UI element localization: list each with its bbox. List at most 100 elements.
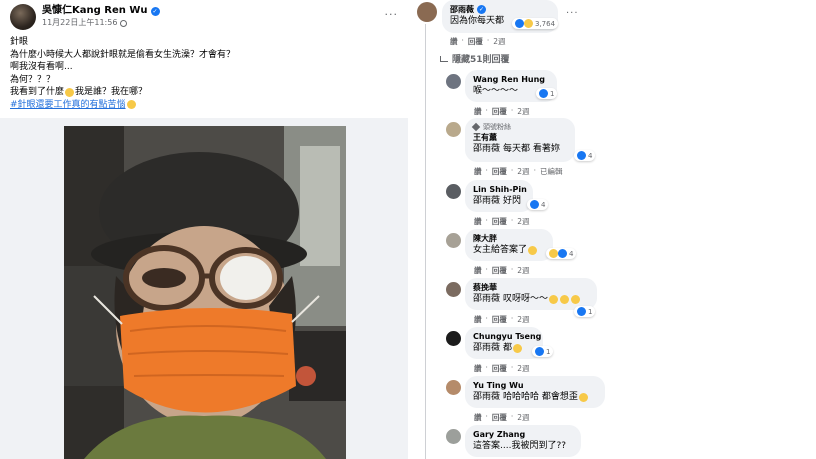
reaction-count: 4: [588, 151, 593, 160]
mention-link[interactable]: 邵雨薇: [473, 342, 500, 355]
comment-time[interactable]: 2週: [517, 265, 529, 276]
commenter-name[interactable]: 蔡挽華: [473, 282, 589, 293]
commenter-name[interactable]: Chungyu Tseng: [473, 331, 541, 342]
comment-text: 邵雨薇 每天都 看著妳: [473, 143, 567, 156]
commenter-avatar[interactable]: [446, 74, 461, 89]
verified-badge-icon: ✓: [150, 6, 160, 16]
reply-link[interactable]: 回覆: [468, 36, 483, 47]
like-reaction-icon: [577, 151, 586, 160]
globe-icon: [120, 19, 128, 27]
comment-actions: 讚 · 回覆 · 2週: [474, 106, 530, 117]
comment-bubble: 頭號粉絲 王有薰 邵雨薇 每天都 看著妳: [465, 118, 575, 162]
commenter-avatar[interactable]: [446, 331, 461, 346]
mention-link[interactable]: 邵雨薇: [473, 195, 500, 208]
comment-time[interactable]: 2週: [493, 36, 505, 47]
commenter-avatar[interactable]: [446, 380, 461, 395]
hashtag-link[interactable]: #針眼還要工作真的有點苦惱: [10, 99, 126, 112]
reaction-summary[interactable]: 1: [532, 346, 554, 357]
comment-time[interactable]: 2週: [517, 363, 529, 374]
comment-actions: 讚 · 回覆 · 2週: [474, 412, 530, 423]
reaction-summary[interactable]: 1: [574, 306, 596, 317]
author-name[interactable]: 吳慷仁Kang Ren Wu: [42, 5, 148, 17]
commenter-name[interactable]: Gary Zhang: [473, 429, 573, 440]
like-link[interactable]: 讚: [474, 265, 482, 276]
like-link[interactable]: 讚: [474, 106, 482, 117]
reply-link[interactable]: 回覆: [492, 166, 507, 177]
comment-time[interactable]: 2週: [517, 412, 529, 423]
post-photo[interactable]: [64, 126, 346, 459]
comment-time[interactable]: 2週: [517, 216, 529, 227]
like-link[interactable]: 讚: [474, 412, 482, 423]
comment-bubble: 陳大胖 女主給答案了: [465, 229, 553, 261]
thinking-emoji-icon: [65, 87, 75, 97]
laughing-emoji-icon: [578, 393, 588, 402]
comment-time[interactable]: 2週: [517, 314, 529, 325]
commenter-name-text[interactable]: 邵雨薇: [450, 4, 474, 15]
like-link[interactable]: 讚: [450, 36, 458, 47]
tired-emoji-icon: [126, 100, 136, 110]
like-link[interactable]: 讚: [474, 216, 482, 227]
reply-link[interactable]: 回覆: [492, 106, 507, 117]
reply-link[interactable]: 回覆: [492, 412, 507, 423]
comment-options-icon[interactable]: ···: [566, 8, 579, 19]
mention-link[interactable]: 邵雨薇: [473, 293, 500, 306]
reply-link[interactable]: 回覆: [492, 216, 507, 227]
comment-time[interactable]: 2週: [517, 166, 529, 177]
reaction-count: 4: [541, 200, 546, 209]
commenter-avatar[interactable]: [446, 122, 461, 137]
commenter-name: 邵雨薇 ✓: [450, 4, 550, 15]
commenter-name[interactable]: 陳大胖: [473, 233, 545, 244]
commenter-avatar[interactable]: [446, 282, 461, 297]
author-avatar[interactable]: [10, 4, 36, 30]
reply-link[interactable]: 回覆: [492, 265, 507, 276]
comment-text-body: 每天都 看著妳: [503, 144, 560, 154]
comment-text-body: 好閃: [503, 196, 522, 206]
commenter-avatar[interactable]: [446, 233, 461, 248]
post-line-group: 我看到了什麼 我是誰？我在哪？: [10, 86, 400, 99]
laughing-emoji-icon: [528, 246, 538, 255]
comment-text: 邵雨薇 哈哈哈哈 都會想歪: [473, 391, 597, 404]
reaction-summary[interactable]: 1: [536, 88, 558, 99]
edited-label: 已編輯: [539, 167, 563, 176]
post-photo-area: [0, 118, 408, 459]
mention-link[interactable]: 邵雨薇: [473, 143, 500, 156]
reply-link[interactable]: 回覆: [492, 314, 507, 325]
commenter-name[interactable]: Lin Shih-Pin: [473, 184, 527, 195]
more-dots-icon[interactable]: ···: [385, 8, 399, 21]
post-line: 我看到了什麼: [10, 87, 65, 97]
author-block: 吳慷仁Kang Ren Wu ✓ 11月22日上午11:56: [42, 5, 160, 29]
comment-actions: 讚 · 回覆 · 2週: [450, 36, 506, 47]
commenter-avatar[interactable]: [446, 184, 461, 199]
commenter-name[interactable]: 王有薰: [473, 132, 567, 143]
reaction-summary[interactable]: 3,764: [512, 18, 559, 29]
commenter-avatar[interactable]: [446, 429, 461, 444]
comment-bubble: Yu Ting Wu 邵雨薇 哈哈哈哈 都會想歪: [465, 376, 605, 408]
diamond-icon: [471, 122, 481, 132]
post-body: 針眼 為什麼小時候大人都說針眼就是偷看女生洗澡？才會有？ 啊我沒有看啊... 為…: [10, 36, 400, 111]
commenter-name[interactable]: Yu Ting Wu: [473, 380, 597, 391]
like-link[interactable]: 讚: [474, 166, 482, 177]
top-fan-label: 頭號粉絲: [483, 123, 511, 131]
commenter-name[interactable]: Wang Ren Hung: [473, 74, 549, 85]
reaction-summary[interactable]: 4: [527, 199, 549, 210]
like-reaction-icon: [535, 347, 544, 356]
mention-link[interactable]: 邵雨薇: [473, 391, 500, 404]
comment-text-body: 叹呀呀～～: [503, 294, 549, 304]
reaction-count: 1: [546, 347, 551, 356]
comment-text: 邵雨薇 都: [473, 342, 535, 355]
haha-reaction-icon: [549, 249, 558, 258]
laughing-emoji-icon: [549, 295, 559, 304]
comment-text: 邵雨薇 叹呀呀～～: [473, 293, 589, 306]
commenter-avatar[interactable]: [417, 2, 437, 22]
like-reaction-icon: [515, 19, 524, 28]
reaction-summary[interactable]: 4: [546, 248, 577, 259]
comment-time[interactable]: 2週: [517, 106, 529, 117]
reply-link[interactable]: 回覆: [492, 363, 507, 374]
like-reaction-icon: [539, 89, 548, 98]
like-link[interactable]: 讚: [474, 314, 482, 325]
reaction-summary[interactable]: 4: [574, 150, 596, 161]
like-link[interactable]: 讚: [474, 363, 482, 374]
hide-replies-toggle[interactable]: 隱藏51則回覆: [440, 52, 510, 65]
comment-text: 這答案....我被閃到了??: [473, 441, 566, 451]
post-timestamp[interactable]: 11月22日上午11:56: [42, 17, 117, 29]
